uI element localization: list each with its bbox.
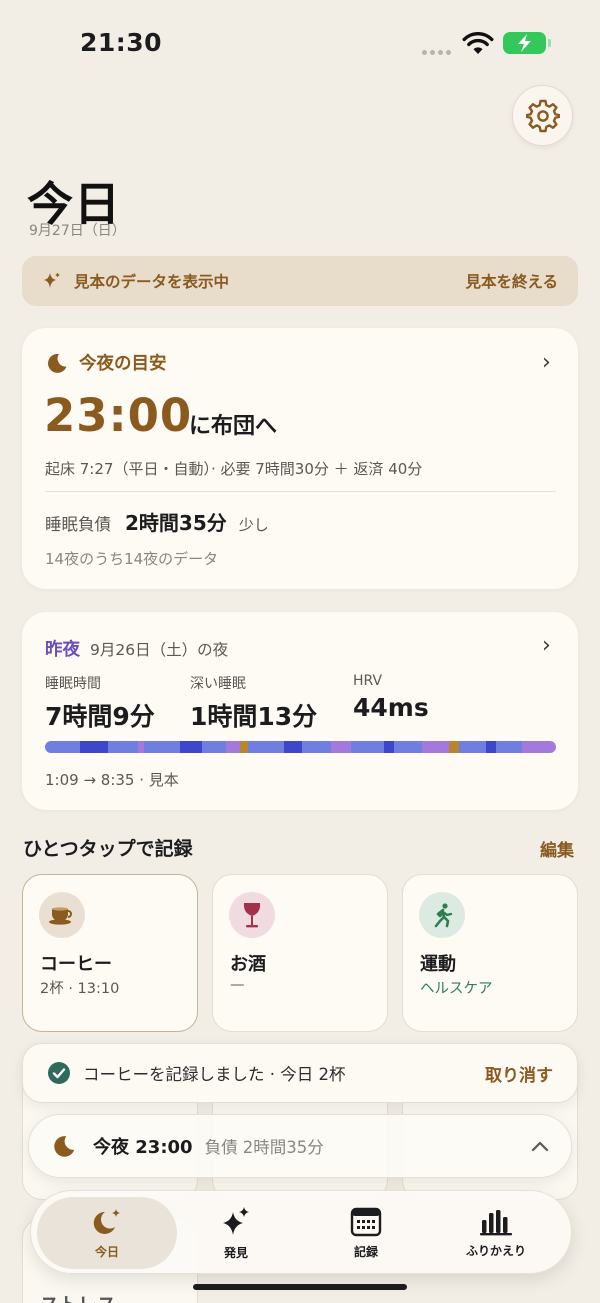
home-indicator: [193, 1284, 407, 1290]
tonight-heading: 今夜の目安: [45, 350, 167, 375]
tab-discover[interactable]: 発見: [184, 1191, 288, 1275]
tonight-mini-bar[interactable]: 今夜 23:00 負債 2時間35分: [28, 1114, 572, 1178]
tab-today[interactable]: 今日: [37, 1197, 177, 1269]
quick-log-edit-button[interactable]: 編集: [540, 836, 574, 861]
sleep-stage-segment: [239, 741, 248, 753]
quick-log-name: 運動: [420, 954, 456, 975]
tonight-heading-label: 今夜の目安: [79, 354, 167, 374]
sleep-stage-segment: [143, 741, 180, 753]
divider: [45, 491, 556, 492]
undo-button[interactable]: 取り消す: [485, 1061, 553, 1086]
sleep-stage-segment: [351, 741, 384, 753]
sleep-stage-segment: [383, 741, 394, 753]
sparkles-icon: [223, 1206, 249, 1235]
sleep-stage-segment: [79, 741, 109, 753]
check-circle-icon: [48, 1062, 70, 1084]
quick-log-sub: 2杯 · 13:10: [40, 981, 120, 997]
wake-info: 起床 7:27（平日・自動）· 必要 7時間30分 ＋ 返済 40分: [45, 460, 423, 478]
status-time: 21:30: [80, 28, 163, 57]
moon-icon: [48, 353, 67, 373]
sleep-stage-segment: [495, 741, 523, 753]
sleep-stage-segment: [485, 741, 496, 753]
quick-log-exercise[interactable]: 運動 ヘルスケア: [402, 874, 578, 1032]
quick-log-sub: —: [230, 977, 245, 993]
last-night-chevron-right-icon[interactable]: ›: [542, 633, 551, 658]
sleep-stage-segment: [302, 741, 331, 753]
tab-log[interactable]: 記録: [314, 1191, 418, 1275]
bar-chart-icon: [480, 1209, 512, 1235]
quick-log-alcohol[interactable]: お酒 —: [212, 874, 388, 1032]
quick-log-sub: ヘルスケア: [420, 981, 493, 997]
sample-data-label: 見本のデータを表示中: [74, 273, 230, 291]
tab-bar: 今日 発見 記録 ふりかえり: [30, 1190, 572, 1274]
tab-label: ふりかえり: [465, 1243, 526, 1258]
sleep-stage-segment: [108, 741, 138, 753]
stat-value: 7時間9分: [45, 702, 155, 731]
bedtime-value: 23:00: [44, 389, 193, 442]
sleep-time-range: 1:09 → 8:35 · 見本: [45, 771, 179, 789]
quick-log-name: お酒: [230, 954, 266, 975]
sleep-stage-segment: [202, 741, 226, 753]
sleep-stage-segment: [45, 741, 80, 753]
coffee-cup-icon: [39, 892, 85, 938]
tab-label: 発見: [223, 1245, 248, 1260]
moon-icon: [54, 1136, 75, 1157]
sleep-debt-level: 少し: [238, 516, 269, 534]
stat-value: 1時間13分: [190, 702, 318, 731]
tab-label: 記録: [353, 1244, 378, 1259]
data-coverage: 14夜のうち14夜のデータ: [45, 550, 219, 568]
battery-icon: [503, 32, 551, 54]
sleep-stage-segment: [459, 741, 486, 753]
gear-icon: [525, 99, 560, 132]
stat-label: HRV: [353, 673, 383, 689]
mini-bar-detail: 負債 2時間35分: [204, 1138, 324, 1157]
stat-hrv: HRV 44ms: [353, 673, 429, 722]
sleep-debt-row: 睡眠負債 2時間35分 少し: [45, 507, 269, 536]
quick-log-stress-label: ストレス: [40, 1290, 116, 1303]
sleep-debt-value: 2時間35分: [125, 511, 227, 535]
last-night-date: 9月26日（土）の夜: [90, 641, 229, 659]
chevron-up-icon[interactable]: [531, 1140, 549, 1152]
wifi-icon: [462, 32, 494, 60]
sample-data-banner: 見本のデータを表示中 見本を終える: [22, 256, 578, 306]
sleep-stage-segment: [283, 741, 303, 753]
toast-message: コーヒーを記録しました · 今日 2杯: [83, 1065, 346, 1084]
last-night-label: 昨夜: [45, 640, 80, 660]
mini-bar-title: 今夜 23:00: [93, 1137, 193, 1158]
sleep-debt-label: 睡眠負債: [45, 515, 111, 534]
log-toast: コーヒーを記録しました · 今日 2杯 取り消す: [22, 1043, 578, 1103]
sleep-stage-segment: [522, 741, 556, 753]
wine-glass-icon: [229, 892, 275, 938]
sleep-stage-segment: [225, 741, 240, 753]
calendar-icon: [350, 1207, 382, 1236]
sleep-stage-segment: [330, 741, 351, 753]
stat-label: 深い睡眠: [190, 676, 246, 692]
sleep-stage-segment: [393, 741, 423, 753]
tonight-chevron-right-icon[interactable]: ›: [542, 350, 551, 375]
sleep-stage-segment: [448, 741, 460, 753]
signal-dots-icon: [422, 50, 454, 56]
moon-sparkle-icon: [93, 1208, 120, 1234]
sleep-stage-bar: [45, 741, 556, 753]
bedtime-suffix: に布団へ: [189, 414, 278, 439]
sleep-stage-segment: [247, 741, 284, 753]
page-date: 9月27日（日）: [29, 223, 126, 239]
quick-log-title: ひとつタップで記録: [23, 838, 193, 860]
quick-log-name: コーヒー: [40, 954, 112, 975]
stat-deep-sleep: 深い睡眠 1時間13分: [190, 673, 317, 733]
running-icon: [419, 892, 465, 938]
sleep-stage-segment: [179, 741, 203, 753]
settings-button[interactable]: [512, 85, 573, 146]
tab-label: 今日: [94, 1244, 119, 1259]
quick-log-coffee[interactable]: コーヒー 2杯 · 13:10: [22, 874, 198, 1032]
sparkle-icon: [44, 272, 60, 288]
end-sample-button[interactable]: 見本を終える: [465, 270, 558, 292]
stat-sleep-time: 睡眠時間 7時間9分: [45, 673, 155, 733]
stat-value: 44ms: [353, 693, 429, 722]
sleep-stage-segment: [422, 741, 449, 753]
tab-review[interactable]: ふりかえり: [444, 1191, 548, 1275]
last-night-heading: 昨夜 9月26日（土）の夜: [45, 636, 228, 661]
stat-label: 睡眠時間: [45, 676, 101, 692]
